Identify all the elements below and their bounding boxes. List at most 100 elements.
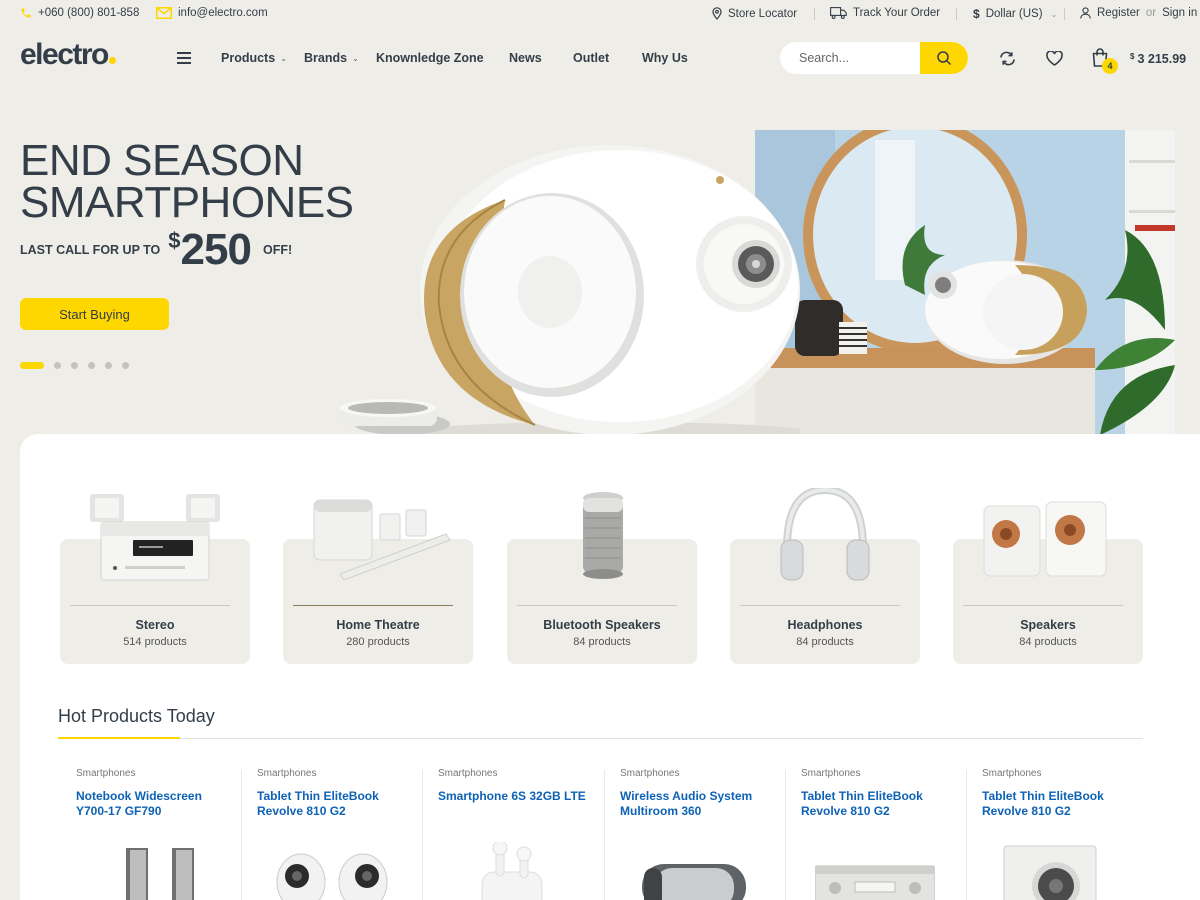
hero-line-1: END SEASON (20, 136, 304, 185)
product-title-link[interactable]: Wireless Audio System Multiroom 360 (620, 789, 770, 819)
product-title-link[interactable]: Notebook Widescreen Y700-17 GF790 (76, 789, 226, 819)
hero-heading: END SEASON SMARTPHONES (20, 136, 354, 227)
product-category: Smartphones (801, 768, 861, 779)
hero-line-2: SMARTPHONES (20, 178, 354, 227)
hero-subheading: LAST CALL FOR UP TO $ 250 OFF! (20, 226, 292, 274)
wishlist-heart-icon[interactable] (1045, 49, 1063, 67)
chevron-down-icon: ⌄ (280, 53, 287, 63)
section-title-underline (58, 737, 180, 739)
product-card[interactable]: Smartphones Tablet Thin EliteBook Revolv… (241, 760, 422, 900)
product-card[interactable]: Smartphones Wireless Audio System Multir… (604, 760, 785, 900)
mail-icon (156, 7, 172, 19)
bluetooth-speaker-icon (583, 492, 623, 579)
location-pin-icon (712, 7, 722, 20)
hero-price-value: 250 (180, 225, 252, 274)
cart-count-badge: 4 (1102, 58, 1118, 74)
nav-why-us-label: Why Us (642, 51, 688, 65)
hero-price: $ 250 (168, 225, 252, 274)
slide-dot[interactable] (88, 362, 95, 369)
phone-number: +060 (800) 801-858 (38, 7, 140, 19)
category-count: 84 products (1019, 636, 1077, 648)
compare-icon[interactable] (998, 49, 1016, 67)
nav-outlet[interactable]: Outlet (573, 51, 609, 65)
sign-in-link[interactable]: Sign in (1162, 7, 1197, 19)
nav-why-us[interactable]: Why Us (642, 51, 688, 65)
stereo-icon (90, 494, 220, 581)
top-bar: +060 (800) 801-858 info@electro.com Stor… (0, 0, 1200, 28)
speakers-icon (983, 501, 1107, 577)
chevron-down-icon: ⌄ (352, 53, 359, 63)
hero-speaker-image (340, 145, 800, 442)
slider-pagination (20, 362, 129, 369)
category-name: Headphones (787, 618, 863, 632)
hero-price-currency: $ (168, 228, 181, 253)
home-theatre-icon (313, 499, 451, 581)
email-contact[interactable]: info@electro.com (156, 7, 268, 19)
card-divider (517, 605, 677, 606)
chevron-down-icon: ⌄ (1050, 9, 1058, 19)
nav-knowledge-label: Knownledge Zone (376, 51, 484, 65)
store-locator-label: Store Locator (728, 7, 798, 20)
user-icon (1080, 7, 1091, 19)
product-card[interactable]: Smartphones Tablet Thin EliteBook Revolv… (785, 760, 966, 900)
phone-icon (21, 8, 31, 18)
slide-dot[interactable] (122, 362, 129, 369)
product-image (276, 853, 388, 900)
nav-brands[interactable]: Brands ⌄ (304, 51, 359, 65)
nav-knowledge-zone[interactable]: Knownledge Zone (376, 51, 484, 65)
search-icon (937, 51, 952, 66)
topbar-divider (814, 8, 815, 20)
start-buying-button[interactable]: Start Buying (20, 298, 169, 330)
nav-outlet-label: Outlet (573, 51, 610, 65)
currency-label: Dollar (US) (985, 8, 1043, 20)
email-address: info@electro.com (178, 7, 268, 19)
product-title-link[interactable]: Smartphone 6S 32GB LTE (438, 789, 588, 804)
nav-products[interactable]: Products ⌄ (221, 51, 287, 65)
cart-currency: $ (1130, 52, 1135, 61)
product-title-link[interactable]: Tablet Thin EliteBook Revolve 810 G2 (801, 789, 951, 819)
site-logo[interactable]: electro (20, 38, 116, 72)
category-count: 514 products (123, 636, 187, 648)
cart-total-value: 3 215.99 (1137, 52, 1187, 66)
store-locator-link[interactable]: Store Locator (712, 7, 797, 20)
topbar-divider (1064, 8, 1065, 20)
product-category: Smartphones (438, 768, 498, 779)
product-category: Smartphones (76, 768, 136, 779)
hot-products-heading: Hot Products Today (58, 706, 215, 726)
dollar-icon: $ (973, 7, 980, 21)
category-name: Speakers (1020, 618, 1076, 632)
nav-news[interactable]: News (509, 51, 542, 65)
slide-dot[interactable] (105, 362, 112, 369)
topbar-divider (956, 8, 957, 20)
category-count: 84 products (573, 636, 631, 648)
search-input[interactable] (780, 42, 920, 74)
product-title-link[interactable]: Tablet Thin EliteBook Revolve 810 G2 (982, 789, 1132, 819)
phone-contact[interactable]: +060 (800) 801-858 (20, 7, 139, 19)
slide-dot[interactable] (71, 362, 78, 369)
category-name: Stereo (135, 618, 175, 632)
section-divider (58, 738, 1143, 739)
product-title-link[interactable]: Tablet Thin EliteBook Revolve 810 G2 (257, 789, 407, 819)
track-order-link[interactable]: Track Your Order (830, 7, 940, 19)
product-card[interactable]: Smartphones Notebook Widescreen Y700-17 … (60, 760, 241, 900)
slide-dot[interactable] (20, 362, 44, 369)
product-image (1003, 845, 1097, 900)
hero-room-image (755, 130, 1175, 435)
product-image (481, 842, 543, 900)
hero-sub-prefix: LAST CALL FOR UP TO (20, 243, 161, 257)
menu-icon[interactable] (177, 52, 191, 64)
product-card[interactable]: Smartphones Smartphone 6S 32GB LTE (422, 760, 603, 900)
search-button[interactable] (920, 42, 968, 74)
nav-news-label: News (509, 51, 542, 65)
register-link[interactable]: Register (1097, 7, 1140, 19)
or-text: or (1145, 7, 1157, 19)
currency-selector[interactable]: $ Dollar (US) ⌄ (973, 7, 1057, 21)
product-card[interactable]: Smartphones Tablet Thin EliteBook Revolv… (966, 760, 1147, 900)
card-divider (740, 605, 900, 606)
card-divider (293, 605, 453, 606)
logo-dot (108, 57, 116, 64)
product-image (815, 865, 935, 900)
product-category: Smartphones (257, 768, 317, 779)
cart-total[interactable]: $ 3 215.99 (1130, 52, 1186, 66)
slide-dot[interactable] (54, 362, 61, 369)
